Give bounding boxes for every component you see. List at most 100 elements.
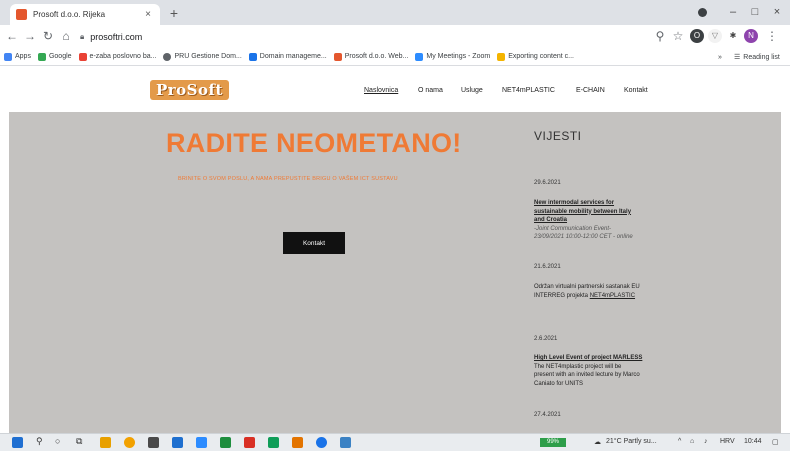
news-text: present with an invited lecture by Marco (534, 372, 640, 378)
task-view-icon[interactable]: ⧉ (76, 436, 82, 447)
prosoft-icon (333, 52, 342, 61)
news-text: The NET4mplastic project will be (534, 363, 622, 370)
volume-icon[interactable]: ♪ (704, 438, 708, 445)
tab-close-icon[interactable]: × (142, 9, 154, 20)
new-tab-icon[interactable]: + (166, 4, 182, 22)
ezaba-icon (78, 52, 87, 61)
weather-text[interactable]: 21°C Partly su... (606, 438, 657, 445)
prosoft-logo[interactable]: ProSoft (150, 80, 229, 100)
extension-opera-icon[interactable]: O (690, 29, 704, 43)
windows-start-icon[interactable] (12, 437, 23, 448)
news-date: 21.6.2021 (534, 264, 561, 270)
news-event-note: -Joint Communication Event- 23/09/2021 10… (534, 225, 633, 241)
chrome-icon[interactable] (124, 437, 135, 448)
notifications-icon[interactable]: ▢ (772, 438, 779, 446)
zoom-video-icon (415, 52, 424, 61)
nav-naslovnica[interactable]: Naslovnica (364, 87, 398, 94)
bookmarks-overflow-icon[interactable]: » (718, 48, 722, 65)
minimize-button[interactable]: – (722, 3, 744, 21)
extension-shield-icon[interactable]: ▽ (708, 29, 722, 43)
app-icon[interactable] (316, 437, 327, 448)
nav-e-chain[interactable]: E-CHAIN (576, 87, 605, 94)
extensions-puzzle-icon[interactable]: ✱ (726, 29, 740, 43)
bookmarks-bar: Apps Google e-zaba poslovno ba... PRU Ge… (0, 48, 790, 66)
app-icon[interactable] (196, 437, 207, 448)
bookmark-label: Domain manageme... (259, 53, 327, 60)
site-header: ProSoft Naslovnica O nama Usluge NET4mPL… (0, 66, 790, 112)
reading-list[interactable]: ☰ Reading list (734, 48, 780, 65)
bookmark-label: My Meetings - Zoom (426, 53, 491, 60)
zoom-icon[interactable]: ⚲ (652, 27, 668, 45)
windows-taskbar: ⚲ ○ ⧉ 99% ☁ 21°C Partly su... ^ ⌂ ♪ HRV … (0, 433, 790, 451)
tray-chevron-icon[interactable]: ^ (678, 438, 681, 445)
close-window-button[interactable]: × (766, 3, 788, 21)
hero-subtitle: BRINITE O SVOM POSLU, A NAMA PREPUSTITE … (178, 176, 398, 182)
apps-grid-icon (4, 52, 12, 61)
news-text: Održan virtualni partnerski sastanak EU (534, 284, 640, 290)
bookmark-pru[interactable]: PRU Gestione Dom... (163, 52, 242, 61)
browser-menu-icon[interactable]: ⋮ (764, 27, 780, 45)
news-item-2: Održan virtualni partnerski sastanak EU … (534, 283, 662, 300)
exporting-icon (497, 52, 506, 61)
bookmark-label: Google (48, 53, 72, 60)
search-icon[interactable]: ⚲ (36, 436, 43, 447)
address-bar[interactable]: 🔒︎ prosoftri.com (80, 28, 690, 45)
bookmark-google[interactable]: Google (37, 52, 72, 61)
back-icon[interactable]: ← (4, 27, 20, 45)
battery-indicator[interactable]: 99% (540, 438, 566, 447)
language-indicator[interactable]: HRV (720, 438, 735, 445)
forward-icon[interactable]: → (22, 27, 38, 45)
app-icon[interactable] (220, 437, 231, 448)
nav-usluge[interactable]: Usluge (461, 87, 483, 94)
app-icon[interactable] (244, 437, 255, 448)
cortana-icon[interactable]: ○ (55, 436, 60, 446)
nav-kontakt[interactable]: Kontakt (624, 87, 648, 94)
bookmark-label: PRU Gestione Dom... (174, 53, 242, 60)
bookmark-apps[interactable]: Apps (4, 52, 31, 61)
app-icon[interactable] (268, 437, 279, 448)
kontakt-button[interactable]: Kontakt (283, 232, 345, 254)
bookmark-ezaba[interactable]: e-zaba poslovno ba... (78, 52, 157, 61)
bookmark-exporting[interactable]: Exporting content c... (497, 52, 574, 61)
news-link[interactable]: New intermodal services for sustainable m… (534, 200, 631, 223)
maximize-button[interactable]: □ (744, 3, 766, 21)
store-icon[interactable] (148, 437, 159, 448)
bookmark-domain[interactable]: Domain manageme... (248, 52, 327, 61)
bookmark-label: Prosoft d.o.o. Web... (344, 53, 409, 60)
bookmark-label: Exporting content c... (508, 53, 574, 60)
news-date: 29.6.2021 (534, 180, 561, 186)
news-text: Caniato for UNITS (534, 380, 584, 387)
nav-o-nama[interactable]: O nama (418, 87, 443, 94)
bookmark-zoom[interactable]: My Meetings - Zoom (415, 52, 491, 61)
tab-title: Prosoft d.o.o. Rijeka (33, 10, 106, 19)
domain-icon (248, 52, 257, 61)
home-icon[interactable]: ⌂ (58, 27, 74, 45)
clock[interactable]: 10:44 (744, 438, 762, 445)
news-link[interactable]: High Level Event of project MARLESS (534, 355, 642, 361)
url-text: prosoftri.com (90, 31, 143, 42)
browser-window: Prosoft d.o.o. Rijeka × + – □ × ← → ↻ ⌂ … (0, 0, 790, 451)
reload-icon[interactable]: ↻ (40, 27, 56, 45)
bookmark-prosoft[interactable]: Prosoft d.o.o. Web... (333, 52, 409, 61)
app-icon[interactable] (172, 437, 183, 448)
bookmark-label: e-zaba poslovno ba... (89, 53, 157, 60)
record-icon (698, 8, 707, 17)
app-icon[interactable] (292, 437, 303, 448)
network-icon[interactable]: ⌂ (690, 438, 694, 445)
nav-net4mplastic[interactable]: NET4mPLASTIC (502, 87, 555, 94)
tab-strip: Prosoft d.o.o. Rijeka × + – □ × (0, 0, 790, 25)
news-link[interactable]: NET4mPLASTIC (590, 293, 635, 299)
browser-tab[interactable]: Prosoft d.o.o. Rijeka × (10, 4, 160, 25)
hero-section (9, 112, 781, 433)
news-item-1: New intermodal services for sustainable m… (534, 199, 662, 242)
news-item-3: High Level Event of project MARLESS The … (534, 354, 662, 388)
reading-list-icon: ☰ (734, 54, 741, 61)
hero-title: RADITE NEOMETANO! (166, 128, 462, 158)
app-icon[interactable] (100, 437, 111, 448)
bookmark-star-icon[interactable]: ☆ (670, 27, 686, 45)
app-icon[interactable] (340, 437, 351, 448)
news-date: 27.4.2021 (534, 412, 561, 418)
profile-avatar[interactable]: N (744, 29, 758, 43)
reading-list-label: Reading list (743, 53, 780, 61)
weather-icon[interactable]: ☁ (594, 438, 601, 446)
